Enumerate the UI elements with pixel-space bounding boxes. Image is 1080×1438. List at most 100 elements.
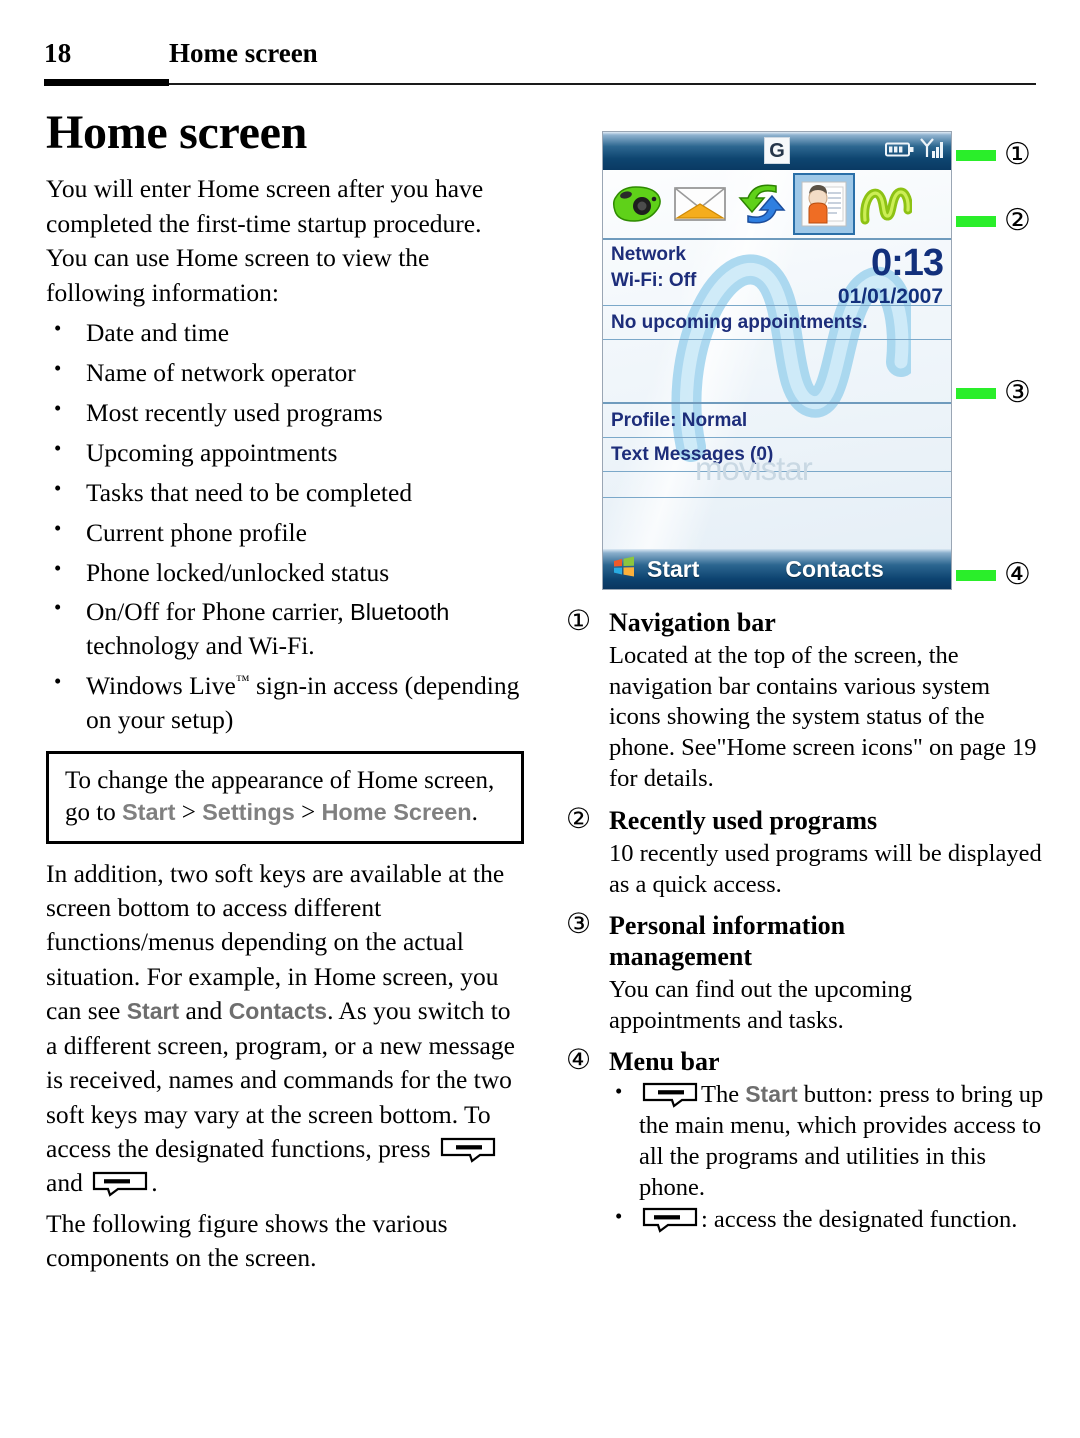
callout-leader-line [956, 149, 996, 161]
section-navigation-bar: ① Navigation bar Located at the top of t… [566, 604, 1046, 795]
section-marker: ① [566, 604, 592, 637]
appointments-label: No upcoming appointments. [611, 312, 868, 333]
right-softkey-icon [92, 1171, 148, 1198]
callout-3: ③ [956, 378, 1031, 408]
left-softkey-icon [642, 1082, 698, 1108]
callout-1: ① [956, 140, 1031, 170]
ui-path-settings: Settings [202, 798, 295, 825]
callout-number: ① [1004, 137, 1031, 172]
bullet-pre: The [701, 1081, 746, 1109]
bullet-text-pre: Windows Live [86, 671, 236, 701]
callout-4: ④ [956, 560, 1031, 590]
callout-leader-line [956, 387, 996, 399]
phone-home-screen-screenshot: G Network Wi-Fi: Off 0:13 01/01/2007 No … [602, 131, 952, 590]
callout-number: ③ [1004, 375, 1031, 410]
contacts-softkey-label[interactable]: Contacts [785, 556, 883, 583]
header-rule-thin [169, 83, 1036, 85]
list-item: Name of network operator [46, 355, 524, 390]
closing-paragraph: The following figure shows the various c… [46, 1208, 448, 1273]
gprs-g-icon: G [764, 137, 790, 164]
list-item-right-softkey: : access the designated function. [609, 1203, 1046, 1236]
bluetooth-wordmark: Bluetooth [350, 599, 450, 626]
intro-paragraph: You will enter Home screen after you hav… [46, 174, 484, 307]
network-label: Network [611, 244, 686, 265]
empty-row [603, 472, 951, 498]
left-column: Home screen You will enter Home screen a… [46, 106, 524, 1282]
list-item: Most recently used programs [46, 395, 524, 430]
list-item: Current phone profile [46, 515, 524, 550]
recently-used-programs-row[interactable] [603, 170, 951, 240]
menu-bar-bullet-list: The Start button: press to bring up the … [609, 1078, 1046, 1236]
list-item-windows-live: Windows Live™ sign-in access (depending … [46, 668, 524, 737]
note-text: To change the appearance of Home screen,… [65, 765, 507, 829]
right-column: ① Navigation bar Located at the top of t… [566, 604, 1046, 1246]
feature-bullet-list: Date and time Name of network operator M… [46, 315, 524, 737]
softkeys-paragraph: In addition, two soft keys are available… [46, 857, 524, 1201]
phone-menu-bar: Start Contacts [603, 549, 951, 589]
note-sep-1: > [175, 798, 203, 826]
section-marker: ④ [566, 1043, 592, 1077]
list-item: Upcoming appointments [46, 435, 524, 470]
section-title: Navigation bar [609, 608, 776, 637]
bullet-text-pre: On/Off for Phone carrier, [86, 597, 351, 627]
phone-navigation-bar: G [603, 132, 951, 170]
callout-number: ④ [1004, 557, 1031, 592]
list-item: Phone locked/unlocked status [46, 555, 524, 590]
text-messages-label: Text Messages (0) [611, 444, 774, 465]
contacts-icon[interactable] [793, 173, 855, 235]
callout-2: ② [956, 206, 1031, 236]
movistar-icon[interactable] [855, 173, 917, 235]
bullet-text-post: technology and Wi-Fi. [86, 631, 315, 661]
list-item-bluetooth: On/Off for Phone carrier, Bluetooth tech… [46, 594, 524, 663]
para2-period: . [151, 1168, 158, 1198]
note-box: To change the appearance of Home screen,… [46, 751, 524, 844]
wifi-status-label: Wi-Fi: Off [611, 270, 697, 291]
ui-word-start: Start [126, 998, 180, 1025]
callout-leader-line [956, 569, 996, 581]
section-body: You can find out the upcoming appointmen… [609, 975, 913, 1034]
tasks-region[interactable] [603, 340, 951, 404]
section-title: Recently used programs [609, 805, 878, 835]
appointments-row[interactable]: No upcoming appointments. [603, 306, 951, 340]
nav-status-icons [885, 137, 945, 161]
messaging-icon[interactable] [669, 173, 731, 235]
ui-word-contacts: Contacts [228, 998, 328, 1025]
section-title: Personal information management [609, 911, 846, 972]
profile-row[interactable]: Profile: Normal [603, 404, 951, 438]
signal-icon [920, 138, 943, 158]
header-title: Home screen [169, 38, 318, 68]
ui-path-start: Start [121, 798, 176, 825]
camera-icon[interactable] [607, 173, 669, 235]
note-post: . [471, 798, 478, 826]
battery-icon [885, 142, 914, 157]
callout-leader-line [956, 215, 996, 227]
callout-number: ② [1004, 203, 1031, 238]
bullet-post: button: press to bring up the main menu,… [639, 1081, 1044, 1201]
start-softkey-label[interactable]: Start [647, 556, 699, 583]
list-item: Tasks that need to be completed [46, 475, 524, 510]
bullet-text: : access the designated function. [701, 1205, 1018, 1233]
list-item: Date and time [46, 315, 524, 350]
ui-word-start: Start [745, 1081, 798, 1108]
header-rule-thick [44, 79, 169, 86]
list-item-start-button: The Start button: press to bring up the … [609, 1078, 1046, 1203]
right-softkey-icon [642, 1207, 698, 1233]
section-personal-information-management: ③ Personal information management You ca… [566, 907, 1046, 1036]
activesync-icon[interactable] [731, 173, 793, 235]
clock-time: 0:13 [870, 242, 944, 284]
page-title: Home screen [46, 106, 308, 159]
left-softkey-icon [440, 1137, 496, 1163]
note-sep-2: > [294, 798, 322, 826]
page-number: 18 [44, 38, 72, 68]
ui-path-home-screen: Home Screen [321, 798, 472, 825]
text-messages-row[interactable]: Text Messages (0) [603, 438, 951, 472]
section-menu-bar: ④ Menu bar The Start button: press to br… [566, 1043, 1046, 1236]
section-marker: ② [566, 801, 592, 835]
windows-logo-icon [611, 555, 637, 584]
section-body: Located at the top of the screen, the na… [609, 641, 1037, 793]
trademark-symbol: ™ [235, 673, 250, 689]
network-clock-block[interactable]: Network Wi-Fi: Off 0:13 01/01/2007 [603, 240, 951, 308]
section-title: Menu bar [609, 1047, 720, 1077]
section-marker: ③ [566, 907, 592, 941]
para2-b: and [179, 996, 229, 1026]
